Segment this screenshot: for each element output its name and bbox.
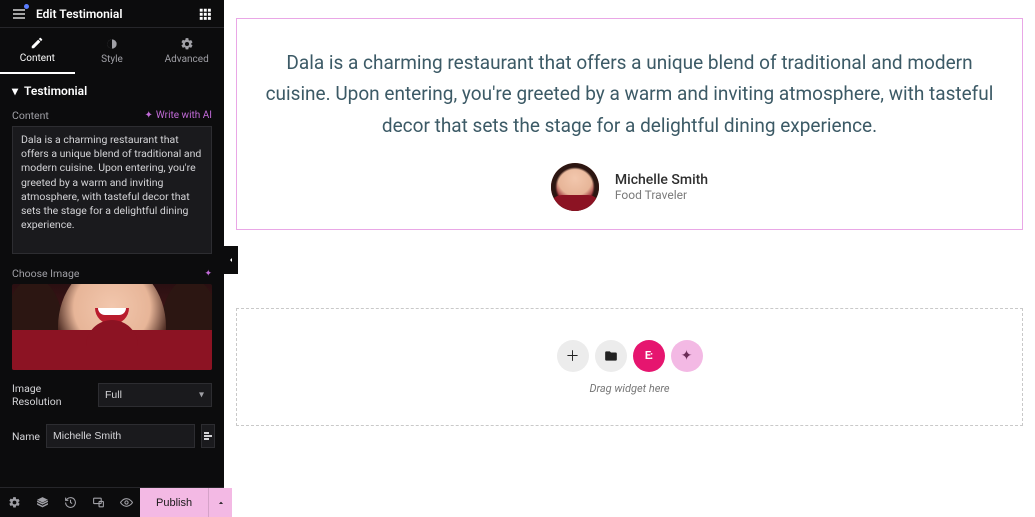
image-resolution-select[interactable]: Full [98,383,212,407]
sparkle-icon: ✦ [145,110,153,121]
testimonial-widget[interactable]: Dala is a charming restaurant that offer… [236,18,1023,230]
add-template-button[interactable] [595,340,627,372]
editor-panel: Edit Testimonial Content Style Advanced … [0,0,224,517]
settings-icon[interactable] [0,488,28,517]
ai-button[interactable]: ✦ [671,340,703,372]
tab-style[interactable]: Style [75,28,150,74]
responsive-icon[interactable] [84,488,112,517]
caret-down-icon: ▾ [12,84,18,98]
folder-icon [604,349,618,363]
tab-content-label: Content [20,53,55,64]
name-label: Name [12,430,40,443]
panel-tabs: Content Style Advanced [0,28,224,74]
content-field: Content ✦ Write with AI [0,104,224,262]
sparkle-icon: ✦ [681,348,693,364]
plus-icon: ＋ [566,346,580,366]
write-with-ai-label: Write with AI [156,110,212,121]
avatar [551,163,599,211]
tab-advanced[interactable]: Advanced [149,28,224,74]
write-with-ai-link[interactable]: ✦ Write with AI [145,110,212,121]
image-resolution-label: Image Resolution [12,382,92,408]
image-thumbnail[interactable] [12,284,212,370]
testimonial-person: Michelle Smith Food Traveler [261,163,998,211]
tab-content[interactable]: Content [0,28,75,74]
image-resolution-field: Image Resolution Full [0,374,224,416]
navigator-icon[interactable] [28,488,56,517]
section-title: Testimonial [24,84,87,98]
publish-button[interactable]: Publish [140,488,208,517]
add-widget-button[interactable]: ＋ [557,340,589,372]
dynamic-tags-button[interactable] [201,424,215,448]
canvas: Dala is a charming restaurant that offer… [224,0,1035,517]
tab-advanced-label: Advanced [165,54,209,65]
panel-footer: Publish [0,487,224,517]
content-label: Content [12,109,49,122]
person-name: Michelle Smith [615,172,708,188]
content-textarea[interactable] [12,126,212,254]
choose-image-field: Choose Image ✦ [0,262,224,374]
panel-title: Edit Testimonial [36,7,122,21]
person-title: Food Traveler [615,188,708,202]
image-ai-icon[interactable]: ✦ [204,269,212,279]
name-field: Name [0,416,224,456]
history-icon[interactable] [56,488,84,517]
elementskit-button[interactable]: E: [633,340,665,372]
panel-header: Edit Testimonial [0,0,224,28]
dropzone-hint: Drag widget here [589,382,669,395]
name-input[interactable] [46,424,195,448]
menu-icon[interactable] [8,3,30,25]
preview-icon[interactable] [112,488,140,517]
choose-image-label: Choose Image [12,267,79,280]
section-testimonial-toggle[interactable]: ▾ Testimonial [0,74,224,104]
apps-icon[interactable] [194,3,216,25]
ek-icon: E: [645,349,652,362]
notification-dot-icon [24,4,29,9]
dropzone[interactable]: ＋ E: ✦ Drag widget here [236,308,1023,426]
testimonial-text: Dala is a charming restaurant that offer… [261,47,998,141]
tab-style-label: Style [101,54,123,65]
